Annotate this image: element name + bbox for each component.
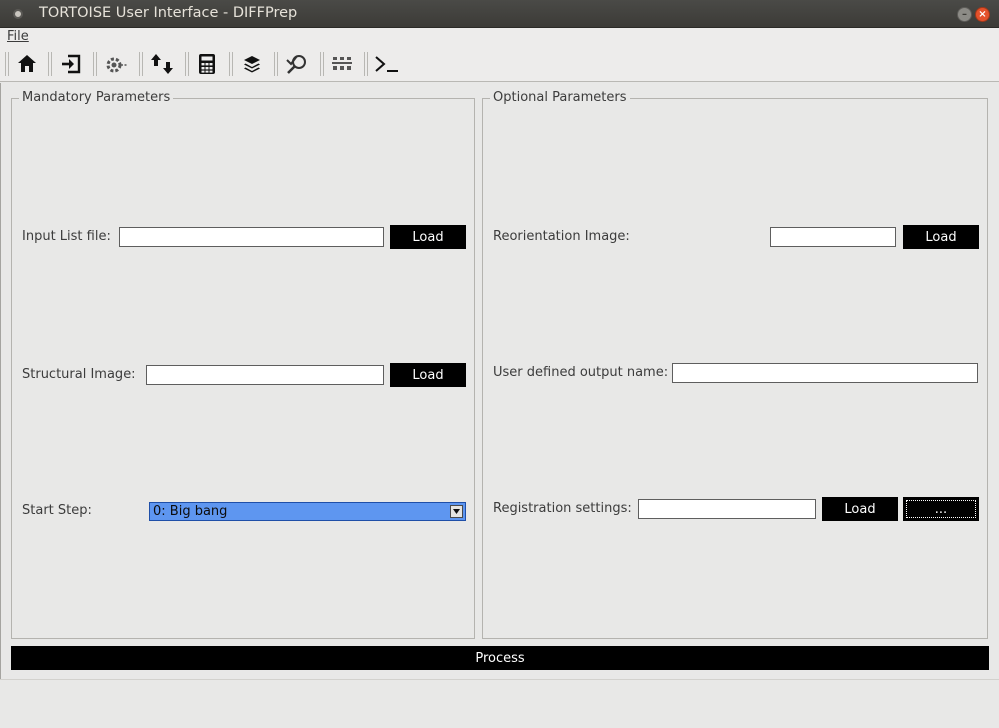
registration-settings-field[interactable]: [638, 499, 816, 519]
process-button[interactable]: Process: [11, 646, 989, 670]
input-list-field[interactable]: [119, 227, 384, 247]
registration-settings-label: Registration settings:: [493, 501, 632, 516]
toolbar-separator: [48, 52, 52, 76]
minimize-button[interactable]: –: [957, 7, 972, 22]
settings-gear-icon[interactable]: [103, 51, 129, 77]
menu-file[interactable]: File: [7, 29, 29, 44]
sort-arrows-icon[interactable]: [149, 51, 175, 77]
reorientation-image-field[interactable]: [770, 227, 896, 247]
menu-bar: File: [0, 28, 999, 46]
input-list-label: Input List file:: [22, 229, 111, 244]
check-search-icon[interactable]: [284, 51, 310, 77]
structural-image-label: Structural Image:: [22, 367, 136, 382]
start-step-select[interactable]: 0: Big bang: [149, 502, 466, 521]
structural-image-field[interactable]: [146, 365, 384, 385]
layers-icon[interactable]: [239, 51, 265, 77]
optional-parameters-group: Optional Parameters Reorientation Image:…: [482, 90, 988, 639]
output-name-label: User defined output name:: [493, 365, 669, 380]
toolbar-separator: [320, 52, 324, 76]
toolbar-separator: [93, 52, 97, 76]
window-menu-icon[interactable]: [13, 9, 23, 19]
close-button[interactable]: ×: [975, 7, 990, 22]
import-icon[interactable]: [58, 51, 84, 77]
toolbar-separator: [229, 52, 233, 76]
cluster-icon[interactable]: [329, 51, 355, 77]
chevron-down-icon[interactable]: [450, 505, 463, 518]
toolbar-separator: [5, 52, 9, 76]
window-titlebar: TORTOISE User Interface - DIFFPrep – ×: [0, 0, 999, 28]
toolbar: [0, 46, 999, 82]
structural-image-load-button[interactable]: Load: [390, 363, 466, 387]
toolbar-separator: [364, 52, 368, 76]
start-step-label: Start Step:: [22, 503, 92, 518]
reorientation-image-load-button[interactable]: Load: [903, 225, 979, 249]
toolbar-separator: [185, 52, 189, 76]
status-divider: [0, 679, 999, 680]
window-edge: [0, 83, 1, 679]
toolbar-separator: [274, 52, 278, 76]
window-title: TORTOISE User Interface - DIFFPrep: [39, 5, 298, 21]
reorientation-image-label: Reorientation Image:: [493, 229, 630, 244]
registration-settings-load-button[interactable]: Load: [822, 497, 898, 521]
input-list-load-button[interactable]: Load: [390, 225, 466, 249]
start-step-value: 0: Big bang: [153, 504, 228, 519]
calculator-icon[interactable]: [194, 51, 220, 77]
optional-parameters-title: Optional Parameters: [490, 90, 630, 105]
mandatory-parameters-group: Mandatory Parameters Input List file: Lo…: [11, 90, 475, 639]
home-icon[interactable]: [14, 51, 40, 77]
toolbar-separator: [139, 52, 143, 76]
mandatory-parameters-title: Mandatory Parameters: [19, 90, 174, 105]
focus-ring: [906, 500, 976, 518]
registration-settings-more-button[interactable]: ...: [903, 497, 979, 521]
output-name-field[interactable]: [672, 363, 978, 383]
terminal-icon[interactable]: [374, 51, 400, 77]
